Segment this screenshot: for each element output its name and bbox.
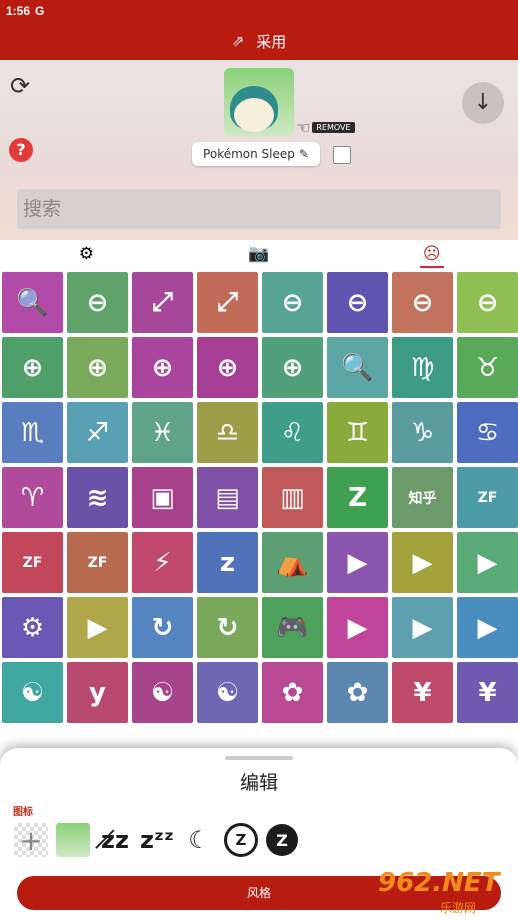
icon-tile[interactable]: ZF bbox=[67, 532, 128, 593]
icon-tile[interactable]: ▶ bbox=[327, 597, 388, 658]
pointing-hand-icon: ☜ bbox=[296, 118, 311, 137]
icon-tile[interactable]: ▶ bbox=[457, 597, 518, 658]
icon-tile[interactable]: 🔍 bbox=[327, 337, 388, 398]
search-input[interactable]: 搜索 bbox=[17, 189, 501, 229]
zzz-icon[interactable]: zᶻᶻ bbox=[140, 823, 174, 857]
icon-tile[interactable]: ▶ bbox=[457, 532, 518, 593]
icon-tile[interactable]: ↻ bbox=[197, 597, 258, 658]
icon-tile[interactable]: ☯ bbox=[197, 662, 258, 723]
icon-tile[interactable]: ☯ bbox=[2, 662, 63, 723]
watermark-sub: 乐游网 bbox=[440, 901, 477, 915]
icon-tile[interactable]: ▶ bbox=[392, 532, 453, 593]
z-outline-icon[interactable]: Z bbox=[224, 823, 258, 857]
icon-tile[interactable]: ▥ bbox=[262, 467, 323, 528]
icon-tile[interactable]: ♉ bbox=[457, 337, 518, 398]
icon-tile[interactable]: y bbox=[67, 662, 128, 723]
pencil-icon: ✎ bbox=[298, 147, 309, 161]
icon-tile[interactable]: ▶ bbox=[67, 597, 128, 658]
icon-tile[interactable]: ♊ bbox=[327, 402, 388, 463]
status-time: 1:56 bbox=[6, 4, 31, 18]
icon-tile[interactable]: ✿ bbox=[327, 662, 388, 723]
icon-tile[interactable]: 🔍 bbox=[2, 272, 63, 333]
icon-tile[interactable]: ¥ bbox=[457, 662, 518, 723]
sheet-title: 编辑 bbox=[239, 772, 278, 794]
add-icon[interactable]: + bbox=[14, 823, 48, 857]
snorlax-icon[interactable] bbox=[56, 823, 90, 857]
icon-tile[interactable]: ♏ bbox=[2, 402, 63, 463]
face-tab-icon: ☹ bbox=[422, 244, 441, 264]
watermark-logo: 962.NET bbox=[378, 868, 500, 898]
icon-tile[interactable]: ⊕ bbox=[262, 337, 323, 398]
icon-tile[interactable]: ↻ bbox=[132, 597, 193, 658]
icon-tile[interactable]: ♐ bbox=[67, 402, 128, 463]
icon-tile[interactable]: ⊖ bbox=[392, 272, 453, 333]
icon-tile[interactable]: ⚡ bbox=[132, 532, 193, 593]
icon-tile[interactable]: ♎ bbox=[197, 402, 258, 463]
icon-tile[interactable]: 知乎 bbox=[392, 467, 453, 528]
icon-tile[interactable]: ¥ bbox=[392, 662, 453, 723]
icon-tile[interactable]: ♌ bbox=[262, 402, 323, 463]
icon-tile[interactable]: ♈ bbox=[2, 467, 63, 528]
icon-tile[interactable]: ♓ bbox=[132, 402, 193, 463]
help-icon[interactable]: ? bbox=[9, 138, 33, 162]
icon-tile[interactable]: ♍ bbox=[392, 337, 453, 398]
remove-label: REMOVE bbox=[312, 122, 355, 133]
sheet-handle[interactable] bbox=[225, 756, 293, 760]
icon-tile[interactable]: ⚙ bbox=[2, 597, 63, 658]
edit-sheet: 编辑 图标 + z̸z zᶻᶻ ☾ Z Z 风格 962.NET 乐游网 bbox=[0, 748, 518, 921]
icon-grid: 🔍 ⊖ ⤢ ⤢ ⊖ ⊖ ⊖ ⊖ ⊕ ⊕ ⊕ ⊕ ⊕ 🔍 ♍ ♉ ♏ ♐ ♓ ♎ ♌ ♊ ♑ ♋ ♈ ≋ ▣ ▤ ▥ Z 知乎 ZF ZF ZF ⚡ z… bbox=[0, 272, 518, 752]
apply-icon[interactable]: ⇗ bbox=[232, 32, 245, 50]
app-name-chip[interactable]: Pokémon Sleep ✎ bbox=[192, 142, 320, 166]
icon-tile[interactable]: ≋ bbox=[67, 467, 128, 528]
icon-tile[interactable]: ⤢ bbox=[132, 272, 193, 333]
app-bar: ⇗ 采用 bbox=[0, 22, 518, 60]
icon-tile[interactable]: ⊕ bbox=[2, 337, 63, 398]
icon-tile[interactable]: z bbox=[197, 532, 258, 593]
icon-tile[interactable]: ▤ bbox=[197, 467, 258, 528]
refresh-icon[interactable]: ⟳ bbox=[10, 72, 30, 100]
icon-tile[interactable]: ☯ bbox=[132, 662, 193, 723]
status-bar: 1:56 G bbox=[0, 0, 518, 22]
icon-tile[interactable]: ⊕ bbox=[197, 337, 258, 398]
icon-tile[interactable]: 🎮 bbox=[262, 597, 323, 658]
tab-face[interactable]: ☹ bbox=[345, 238, 518, 270]
google-icon: G bbox=[35, 4, 45, 18]
app-icon-preview[interactable] bbox=[224, 68, 294, 136]
snorlax-belly bbox=[234, 98, 274, 132]
gear-tab-icon: ⚙ bbox=[78, 244, 94, 264]
icon-tile[interactable]: ZF bbox=[457, 467, 518, 528]
z-filled-icon[interactable]: Z bbox=[266, 824, 298, 856]
icon-tile[interactable]: ✿ bbox=[262, 662, 323, 723]
app-name: Pokémon Sleep bbox=[203, 147, 295, 161]
icon-tile[interactable]: ⊖ bbox=[457, 272, 518, 333]
select-checkbox[interactable] bbox=[333, 146, 351, 164]
icon-tile[interactable]: ⊖ bbox=[327, 272, 388, 333]
icon-tile[interactable]: ▶ bbox=[327, 532, 388, 593]
tab-gear[interactable]: ⚙ bbox=[0, 238, 173, 270]
camera-tab-icon: 📷 bbox=[248, 244, 270, 264]
apply-button[interactable]: 采用 bbox=[256, 31, 286, 52]
icon-tile[interactable]: ⊕ bbox=[67, 337, 128, 398]
download-button[interactable]: ↓ bbox=[462, 82, 504, 124]
icon-tile[interactable]: ♑ bbox=[392, 402, 453, 463]
icon-tile[interactable]: ⊖ bbox=[67, 272, 128, 333]
icon-header: ⟳ ? ↓ ☜ REMOVE Pokémon Sleep ✎ 搜索 bbox=[0, 60, 518, 240]
icon-tile[interactable]: ▣ bbox=[132, 467, 193, 528]
category-tabs: ⚙ 📷 ☹ bbox=[0, 238, 518, 270]
icon-tile[interactable]: ⊖ bbox=[262, 272, 323, 333]
icon-tile[interactable]: ♋ bbox=[457, 402, 518, 463]
icon-tile[interactable]: ⊕ bbox=[132, 337, 193, 398]
tab-camera[interactable]: 📷 bbox=[173, 238, 346, 270]
icon-tile[interactable]: ▶ bbox=[392, 597, 453, 658]
icon-tile[interactable]: ⛺ bbox=[262, 532, 323, 593]
remove-action[interactable]: ☜ REMOVE bbox=[296, 118, 355, 137]
edit-icon-row: + z̸z zᶻᶻ ☾ Z Z bbox=[14, 820, 298, 860]
section-label-icon: 图标 bbox=[13, 807, 33, 818]
moon-icon[interactable]: ☾ bbox=[182, 823, 216, 857]
icon-tile[interactable]: Z bbox=[327, 467, 388, 528]
icon-tile[interactable]: ⤢ bbox=[197, 272, 258, 333]
sleep-off-icon[interactable]: z̸z bbox=[98, 823, 132, 857]
icon-tile[interactable]: ZF bbox=[2, 532, 63, 593]
